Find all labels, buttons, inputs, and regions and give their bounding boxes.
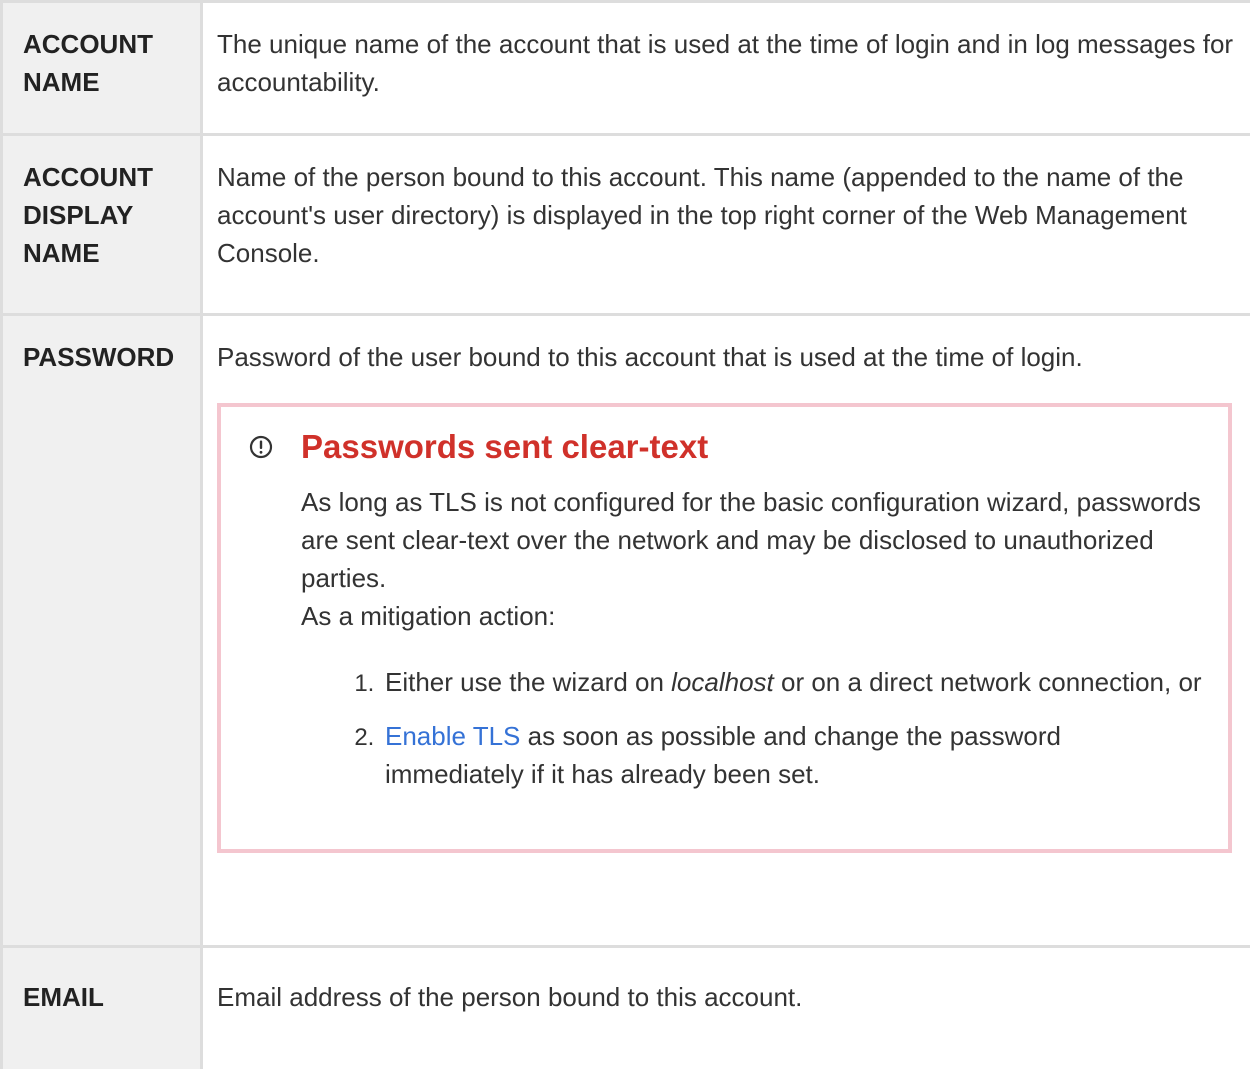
step-emphasis: localhost [671,667,774,697]
description-text: The unique name of the account that is u… [217,29,1234,97]
step-text: Either use the wizard on [385,667,672,697]
step-text: or on a direct network connection, or [773,667,1202,697]
warning-body: As long as TLS is not configured for the… [245,483,1204,793]
table-row-email: EMAIL Email address of the person bound … [0,945,1250,1069]
account-fields-table: ACCOUNT NAME The unique name of the acco… [0,0,1250,1069]
document-page: ACCOUNT NAME The unique name of the acco… [0,0,1250,1069]
field-description-account-display-name: Name of the person bound to this account… [200,133,1250,316]
label-line: ACCOUNT [23,29,153,59]
field-label-account-display-name: ACCOUNT DISPLAY NAME [0,133,203,316]
list-item: Either use the wizard on localhost or on… [381,663,1204,701]
list-item: Enable TLS as soon as possible and chang… [381,717,1204,793]
field-label-account-name: ACCOUNT NAME [0,0,203,136]
label-line: ACCOUNT [23,162,153,192]
enable-tls-link[interactable]: Enable TLS [385,721,520,751]
warning-title: Passwords sent clear-text [301,428,709,465]
warning-panel: Passwords sent clear-text As long as TLS… [217,403,1232,853]
field-label-password: PASSWORD [0,313,203,948]
description-text: Name of the person bound to this account… [217,162,1187,268]
field-description-email: Email address of the person bound to thi… [200,945,1250,1069]
field-description-password: Password of the user bound to this accou… [200,313,1250,948]
field-description-account-name: The unique name of the account that is u… [200,0,1250,136]
table-row-account-display-name: ACCOUNT DISPLAY NAME Name of the person … [0,133,1250,316]
label-line: DISPLAY [23,200,134,230]
field-label-email: EMAIL [0,945,203,1069]
table-row-password: PASSWORD Password of the user bound to t… [0,313,1250,948]
label-line: NAME [23,67,100,97]
label-line: PASSWORD [23,342,175,372]
warning-heading: Passwords sent clear-text [245,427,1204,467]
description-text: Email address of the person bound to thi… [217,982,803,1012]
label-line: NAME [23,238,100,268]
exclamation-circle-icon [249,435,273,459]
description-text: Password of the user bound to this accou… [217,342,1083,372]
mitigation-steps-list: Either use the wizard on localhost or on… [301,663,1204,793]
table-row-account-name: ACCOUNT NAME The unique name of the acco… [0,0,1250,136]
label-line: EMAIL [23,982,104,1012]
warning-paragraph: As long as TLS is not configured for the… [301,487,1201,593]
mitigation-intro: As a mitigation action: [301,601,556,631]
